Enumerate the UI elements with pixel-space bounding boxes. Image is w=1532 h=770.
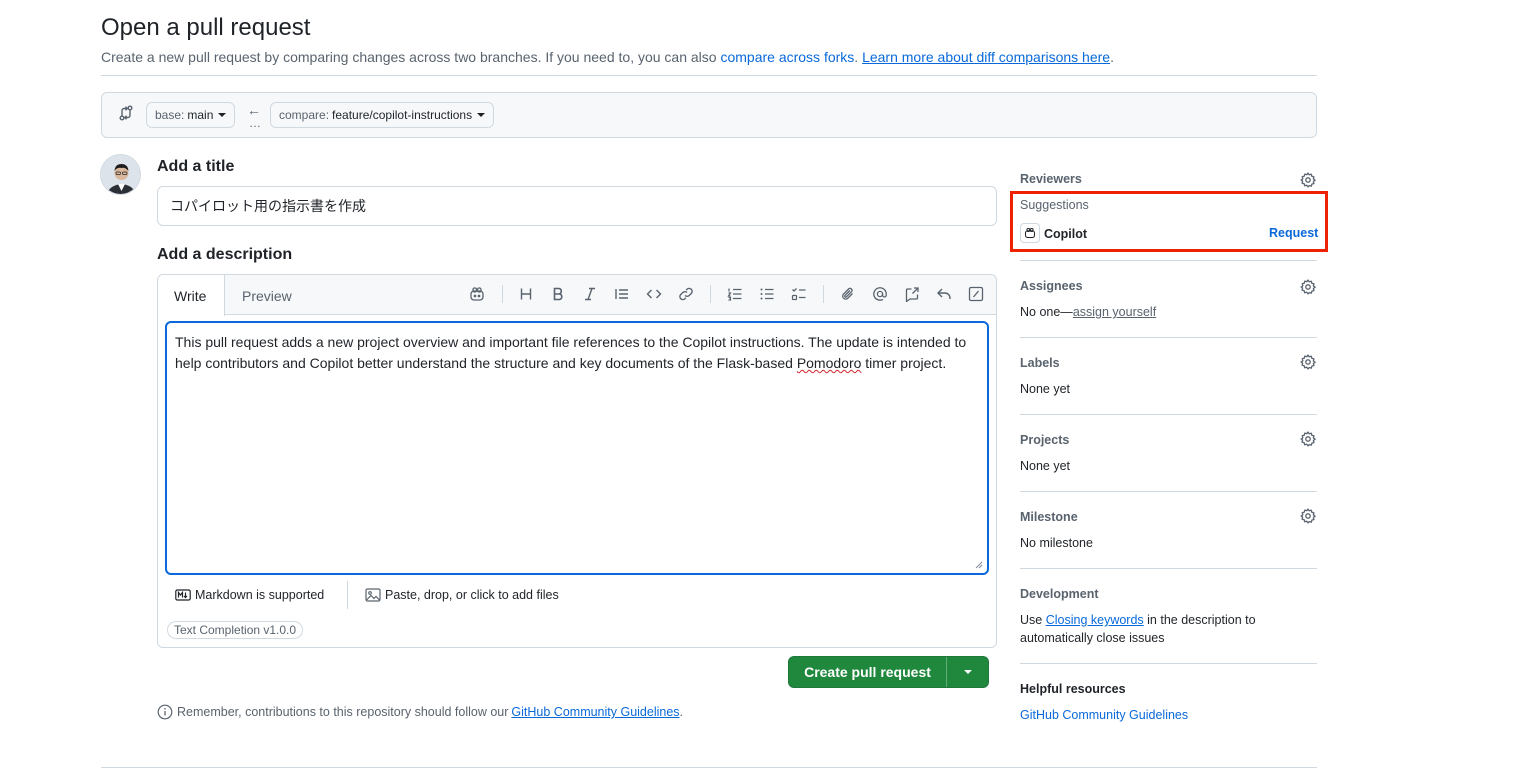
mention-icon[interactable]: [871, 285, 889, 303]
tab-write[interactable]: Write: [158, 275, 225, 316]
helpful-resources-heading: Helpful resources: [1020, 682, 1126, 696]
title-heading: Add a title: [157, 158, 235, 175]
heading-icon[interactable]: [517, 285, 535, 303]
toolbar-divider: [502, 285, 503, 303]
guidelines-note: Remember, contributions to this reposito…: [157, 704, 683, 720]
create-pull-request-button-group: Create pull request: [788, 656, 989, 688]
caret-down-icon: [477, 113, 486, 117]
community-guidelines-link[interactable]: GitHub Community Guidelines: [511, 705, 679, 719]
labels-heading[interactable]: Labels: [1020, 356, 1060, 370]
reviewers-heading[interactable]: Reviewers: [1020, 172, 1082, 186]
image-icon: [365, 588, 381, 602]
divider: [101, 75, 1317, 76]
quote-icon[interactable]: [613, 285, 631, 303]
projects-value: None yet: [1020, 459, 1071, 473]
projects-heading[interactable]: Projects: [1020, 433, 1069, 447]
compare-forks-link[interactable]: compare across forks: [720, 49, 854, 65]
attach-files-button[interactable]: Paste, drop, or click to add files: [365, 587, 559, 603]
base-branch-select[interactable]: base: main: [146, 102, 236, 128]
helpful-community-guidelines-link[interactable]: GitHub Community Guidelines: [1020, 708, 1188, 722]
projects-gear-icon[interactable]: [1300, 431, 1316, 447]
divider: [1020, 568, 1317, 569]
copilot-avatar: [1020, 223, 1040, 243]
code-icon[interactable]: [645, 285, 663, 303]
divider: [1020, 260, 1317, 261]
divider: [101, 767, 1317, 768]
task-list-icon[interactable]: [790, 285, 808, 303]
suggestions-label: Suggestions: [1020, 198, 1089, 212]
diff-comparisons-link[interactable]: Learn more about diff comparisons here: [862, 49, 1110, 65]
assignees-heading[interactable]: Assignees: [1020, 279, 1083, 293]
description-textarea[interactable]: This pull request adds a new project ove…: [165, 321, 989, 575]
request-review-button[interactable]: Request: [1269, 226, 1318, 240]
divider: [1020, 663, 1317, 664]
ellipsis-icon: …: [249, 116, 261, 130]
unordered-list-icon[interactable]: [758, 285, 776, 303]
caret-down-icon: [218, 113, 227, 117]
text-completion-badge: Text Completion v1.0.0: [167, 621, 304, 639]
reviewers-gear-icon[interactable]: [1300, 172, 1316, 188]
create-pull-request-button[interactable]: Create pull request: [789, 657, 947, 687]
divider: [1020, 337, 1317, 338]
ordered-list-icon[interactable]: [726, 285, 744, 303]
slash-command-icon[interactable]: [967, 285, 985, 303]
compare-branch-select[interactable]: compare: feature/copilot-instructions: [270, 102, 495, 128]
bold-icon[interactable]: [549, 285, 567, 303]
divider: [1020, 414, 1317, 415]
caret-down-icon: [963, 670, 972, 674]
attach-icon[interactable]: [839, 285, 857, 303]
git-compare-icon: [118, 105, 134, 121]
copilot-icon: [1024, 227, 1036, 239]
toolbar-divider: [823, 285, 824, 303]
assign-yourself-link[interactable]: assign yourself: [1073, 305, 1156, 319]
link-icon[interactable]: [677, 285, 695, 303]
labels-gear-icon[interactable]: [1300, 354, 1316, 370]
development-text-line2: automatically close issues: [1020, 631, 1165, 645]
footer-divider: [347, 581, 348, 609]
copilot-icon[interactable]: [468, 285, 486, 303]
toolbar-divider: [710, 285, 711, 303]
tab-preview[interactable]: Preview: [226, 275, 308, 316]
saved-reply-icon[interactable]: [935, 285, 953, 303]
description-heading: Add a description: [157, 246, 293, 263]
info-icon: [157, 704, 173, 720]
suggested-reviewer-copilot: Copilot: [1044, 227, 1088, 241]
cross-reference-icon[interactable]: [903, 285, 921, 303]
italic-icon[interactable]: [581, 285, 599, 303]
page-title: Open a pull request: [101, 14, 311, 41]
title-input[interactable]: コパイロット用の指示書を作成: [157, 186, 997, 226]
development-heading: Development: [1020, 587, 1099, 601]
closing-keywords-link[interactable]: Closing keywords: [1046, 613, 1144, 627]
development-text: Use Closing keywords in the description …: [1020, 613, 1256, 627]
labels-value: None yet: [1020, 382, 1071, 396]
create-options-dropdown[interactable]: [947, 657, 988, 687]
milestone-heading[interactable]: Milestone: [1020, 510, 1078, 524]
avatar: [100, 154, 141, 195]
milestone-value: No milestone: [1020, 536, 1093, 550]
resize-handle-icon[interactable]: [975, 561, 983, 569]
markdown-support-note[interactable]: Markdown is supported: [175, 587, 324, 603]
divider: [1020, 491, 1317, 492]
page-subtitle: Create a new pull request by comparing c…: [101, 49, 1114, 65]
assignees-value: No one—assign yourself: [1020, 305, 1157, 319]
milestone-gear-icon[interactable]: [1300, 508, 1316, 524]
assignees-gear-icon[interactable]: [1300, 279, 1316, 295]
markdown-icon: [175, 589, 191, 601]
